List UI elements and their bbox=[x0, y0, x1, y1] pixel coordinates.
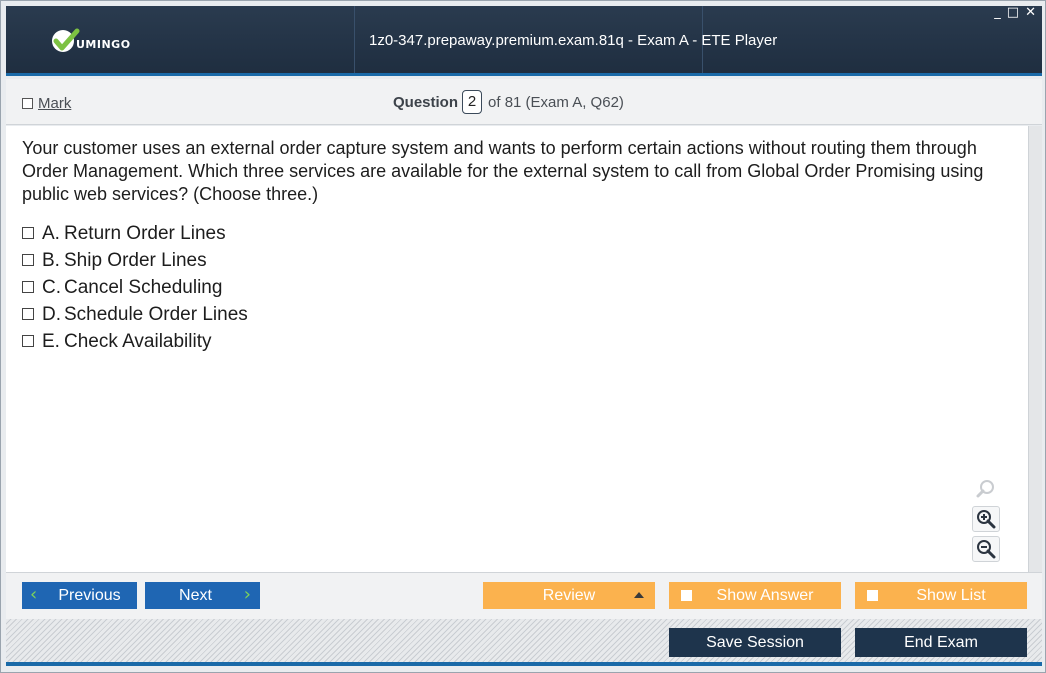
caret-up-icon bbox=[634, 592, 644, 598]
zoom-reset-button[interactable] bbox=[972, 476, 1000, 502]
chevron-left-icon: ‹ bbox=[30, 584, 38, 605]
option-text: Cancel Scheduling bbox=[64, 276, 223, 298]
question-label: Question bbox=[393, 93, 459, 111]
zoom-in-button[interactable] bbox=[972, 506, 1000, 532]
zoom-in-icon bbox=[977, 510, 996, 529]
magnifier-icon bbox=[976, 480, 994, 498]
navigation-bar: ‹ Previous Next › Review Show Answer Sho… bbox=[6, 572, 1042, 619]
title-separator bbox=[354, 6, 355, 73]
zoom-tools bbox=[972, 476, 1004, 566]
logo-text: UMINGO bbox=[76, 37, 131, 51]
show-answer-button[interactable]: Show Answer bbox=[669, 582, 841, 609]
maximize-icon[interactable]: □ bbox=[1007, 6, 1019, 20]
footer-bar: Save Session End Exam bbox=[6, 619, 1042, 666]
question-total: of 81 (Exam A, Q62) bbox=[488, 93, 624, 111]
question-counter: Question 2 of 81 (Exam A, Q62) bbox=[393, 90, 624, 114]
zoom-out-button[interactable] bbox=[972, 536, 1000, 562]
option-text: Check Availability bbox=[64, 330, 212, 352]
option-text: Ship Order Lines bbox=[64, 249, 207, 271]
title-bar: UMINGO 1z0-347.prepaway.premium.exam.81q… bbox=[6, 6, 1042, 76]
option-checkbox[interactable] bbox=[22, 226, 34, 239]
option-a[interactable]: A. Return Order Lines bbox=[22, 220, 248, 247]
zoom-out-icon bbox=[977, 540, 996, 559]
save-session-label: Save Session bbox=[706, 633, 804, 651]
show-answer-label: Show Answer bbox=[716, 586, 814, 604]
question-content: Your customer uses an external order cap… bbox=[6, 126, 1028, 572]
review-button[interactable]: Review bbox=[483, 582, 655, 609]
window-controls: _ □ ✕ bbox=[994, 6, 1036, 20]
answer-options: A. Return Order Lines B. Ship Order Line… bbox=[22, 220, 248, 355]
mark-checkbox[interactable]: Mark bbox=[22, 95, 71, 112]
minimize-icon[interactable]: _ bbox=[994, 6, 1001, 20]
vertical-scrollbar[interactable] bbox=[1028, 126, 1042, 572]
checkbox-icon[interactable] bbox=[22, 98, 33, 109]
option-text: Schedule Order Lines bbox=[64, 303, 248, 325]
option-letter: D. bbox=[42, 303, 61, 325]
option-checkbox[interactable] bbox=[22, 253, 34, 266]
end-exam-button[interactable]: End Exam bbox=[855, 628, 1027, 657]
end-exam-label: End Exam bbox=[904, 633, 978, 651]
option-d[interactable]: D. Schedule Order Lines bbox=[22, 301, 248, 328]
next-label: Next bbox=[179, 586, 212, 604]
option-text: Return Order Lines bbox=[64, 222, 226, 244]
question-text: Your customer uses an external order cap… bbox=[22, 138, 984, 204]
option-checkbox[interactable] bbox=[22, 334, 34, 347]
option-letter: E. bbox=[42, 330, 60, 352]
close-icon[interactable]: ✕ bbox=[1025, 6, 1036, 20]
option-letter: C. bbox=[42, 276, 61, 298]
previous-button[interactable]: ‹ Previous bbox=[22, 582, 137, 609]
option-b[interactable]: B. Ship Order Lines bbox=[22, 247, 248, 274]
option-letter: A. bbox=[42, 222, 60, 244]
app-logo: UMINGO bbox=[50, 26, 131, 56]
question-header: Mark Question 2 of 81 (Exam A, Q62) bbox=[6, 79, 1042, 125]
previous-label: Previous bbox=[58, 586, 121, 604]
option-c[interactable]: C. Cancel Scheduling bbox=[22, 274, 248, 301]
question-number-input[interactable]: 2 bbox=[462, 90, 483, 114]
option-e[interactable]: E. Check Availability bbox=[22, 328, 248, 355]
chevron-right-icon: › bbox=[243, 584, 251, 605]
save-session-button[interactable]: Save Session bbox=[669, 628, 841, 657]
mark-label: Mark bbox=[38, 95, 72, 112]
app-window: UMINGO 1z0-347.prepaway.premium.exam.81q… bbox=[0, 0, 1046, 673]
option-checkbox[interactable] bbox=[22, 307, 34, 320]
next-button[interactable]: Next › bbox=[145, 582, 260, 609]
show-list-button[interactable]: Show List bbox=[855, 582, 1027, 609]
checkbox-icon[interactable] bbox=[867, 590, 878, 601]
option-checkbox[interactable] bbox=[22, 280, 34, 293]
option-letter: B. bbox=[42, 249, 60, 271]
checkbox-icon[interactable] bbox=[681, 590, 692, 601]
review-label: Review bbox=[542, 586, 596, 604]
window-title: 1z0-347.prepaway.premium.exam.81q - Exam… bbox=[369, 32, 778, 49]
show-list-label: Show List bbox=[916, 586, 986, 604]
